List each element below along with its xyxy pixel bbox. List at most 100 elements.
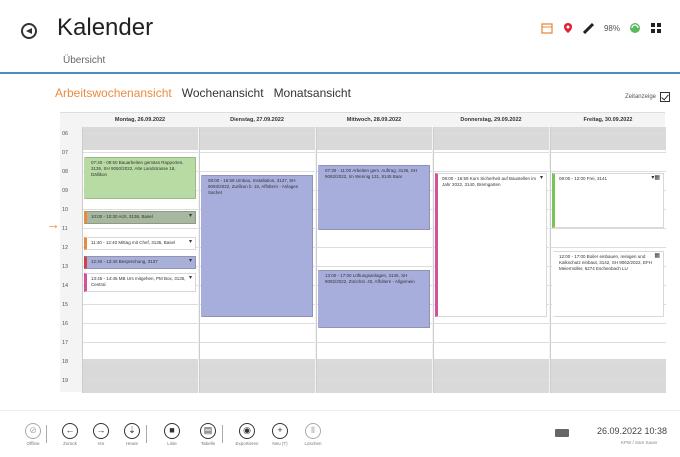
event-text: 11:40 - 12:40 Mittag mit Chef, 3136, Bas… xyxy=(91,240,175,246)
grid-line xyxy=(200,132,315,134)
day-header[interactable]: Montag, 26.09.2022 xyxy=(82,113,198,127)
grid-line xyxy=(551,360,666,362)
toolbar-separator xyxy=(222,425,223,443)
off-hours-shade xyxy=(551,127,666,150)
battery-percent: 98% xyxy=(603,23,620,33)
event-text: 07:30 - 11:00 Arbeiten gem. Auftrag, 313… xyxy=(325,168,417,179)
calendar-event[interactable]: 07:40 - 09:50 Bauarbeiten gemäss Rapport… xyxy=(84,157,196,200)
today-button[interactable]: ⇣ Heute xyxy=(117,423,147,446)
event-menu-icon[interactable]: ▾ xyxy=(189,213,192,219)
event-menu-icon[interactable]: ▾ xyxy=(189,275,192,281)
calendar-event[interactable]: 08:00 - 16:59 Umbau, Installation, 3137,… xyxy=(201,174,313,317)
toolbar-label: Heute xyxy=(125,441,138,446)
grid-menu-icon[interactable] xyxy=(650,22,662,34)
grid-line xyxy=(434,341,549,343)
event-menu-icon[interactable]: ▦ xyxy=(654,253,660,259)
forward-nav-button[interactable]: → Vor xyxy=(86,423,116,446)
day-header[interactable]: Mittwoch, 28.09.2022 xyxy=(316,113,432,127)
export-button[interactable]: ◉ Exportieren xyxy=(232,423,262,446)
tab-monatsansicht[interactable]: Monatsansicht xyxy=(274,86,351,100)
grid-line xyxy=(83,322,198,324)
zeitanzeige-toggle[interactable]: Zeitanzeige xyxy=(625,92,670,102)
zeitanzeige-checkbox[interactable] xyxy=(660,92,670,102)
event-text: 08:00 - 16:59 Umbau, Installation, 3137,… xyxy=(208,177,299,195)
grid-line xyxy=(83,341,198,343)
hour-label: 13 xyxy=(62,263,69,270)
toolbar-separator xyxy=(146,425,147,443)
toolbar-label: Neu (T) xyxy=(272,441,288,446)
hour-label: 19 xyxy=(62,377,69,384)
calendar-event[interactable]: 13:00 - 17:00 Lüftungsanlagen, 3136, SH … xyxy=(318,269,430,329)
tab-wochenansicht[interactable]: Wochenansicht xyxy=(182,86,264,100)
calendar-event[interactable]: 12:00 - 17:00 Boiler einbauen, reinigen … xyxy=(552,250,664,317)
grid-line xyxy=(83,227,198,229)
grid-line xyxy=(551,341,666,343)
grid-line xyxy=(83,151,198,153)
back-button[interactable] xyxy=(21,23,37,39)
hour-label: 09 xyxy=(62,187,69,194)
day-header[interactable]: Donnerstag, 29.09.2022 xyxy=(433,113,549,127)
off-hours-shade xyxy=(83,358,198,393)
event-text: 12:00 - 17:00 Boiler einbauen, reinigen … xyxy=(559,253,653,271)
event-menu-icon[interactable]: ▾ xyxy=(540,175,543,181)
grid-line xyxy=(83,132,198,134)
status-bar: 98% xyxy=(541,22,662,34)
grid-line xyxy=(317,265,432,267)
tab-arbeitswochenansicht[interactable]: Arbeitswochenansicht xyxy=(55,86,172,100)
hour-label: 10 xyxy=(62,206,69,213)
calendar-event[interactable]: 10:00 - 10:30 Arzt, 3136, Basel ▾ xyxy=(84,210,196,224)
back-nav-icon: ← xyxy=(62,423,78,439)
hour-label: 18 xyxy=(62,358,69,365)
toolbar-label: Exportieren xyxy=(235,441,259,446)
new-entry-button[interactable]: + Neu (T) xyxy=(265,423,295,446)
hour-label: 15 xyxy=(62,301,69,308)
today-icon: ⇣ xyxy=(124,423,140,439)
page-title: Kalender xyxy=(57,14,154,41)
off-hours-shade xyxy=(317,358,432,393)
grid-line xyxy=(317,360,432,362)
calendar-event[interactable]: 11:40 - 12:40 Mittag mit Chef, 3136, Bas… xyxy=(84,237,196,251)
grid-line xyxy=(551,170,666,172)
calendar-event[interactable]: 08:00 - 12:00 Frei, 3141 ▾▦ xyxy=(552,172,664,228)
new-entry-icon: + xyxy=(272,423,288,439)
grid-line xyxy=(317,379,432,381)
hour-column: 06 07 08 09 10 11 12 13 14 15 16 17 18 19 xyxy=(60,127,82,393)
toolbar-label: Liste xyxy=(167,441,177,446)
current-time-arrow-icon: → xyxy=(46,216,60,232)
calendar-event[interactable]: 12:40 - 13:40 Besprechung, 3137 ▾ xyxy=(84,256,196,270)
calendar-event[interactable]: 08:00 - 16:59 Kurs Sicherheit auf Bauste… xyxy=(435,172,547,317)
keyboard-icon[interactable] xyxy=(555,429,569,437)
grid-line xyxy=(551,151,666,153)
calendar-event[interactable]: 07:30 - 11:00 Arbeiten gem. Auftrag, 313… xyxy=(318,165,430,230)
grid-line xyxy=(200,379,315,381)
event-menu-icon[interactable]: ▾ xyxy=(189,239,192,245)
toolbar-separator xyxy=(46,425,47,443)
bottom-toolbar: ⊘ Offline ← Zurück → Vor ⇣ Heute ■ Liste ▤ Tabelle ◉… xyxy=(0,410,680,457)
current-datetime: 26.09.2022 10:38 xyxy=(597,426,668,436)
event-menu-icon[interactable]: ▾ xyxy=(189,258,192,264)
day-header[interactable]: Freitag, 30.09.2022 xyxy=(550,113,666,127)
offline-button[interactable]: ⊘ Offline xyxy=(18,423,48,446)
hour-label: 11 xyxy=(62,225,68,232)
toolbar-label: Tabelle xyxy=(200,441,216,446)
back-nav-button[interactable]: ← Zurück xyxy=(55,423,85,446)
grid-line xyxy=(434,151,549,153)
off-hours-shade xyxy=(434,127,549,150)
event-text: 07:40 - 09:50 Bauarbeiten gemäss Rapport… xyxy=(91,160,184,178)
grid-line xyxy=(551,322,666,324)
hour-label: 14 xyxy=(62,282,69,289)
grid-line xyxy=(551,379,666,381)
list-view-button[interactable]: ■ Liste xyxy=(157,423,187,446)
hour-label: 08 xyxy=(62,168,69,175)
grid-line xyxy=(200,322,315,324)
delete-button[interactable]: Ⅱ Löschen xyxy=(298,423,328,446)
table-view-button[interactable]: ▤ Tabelle xyxy=(193,423,223,446)
grid-line xyxy=(200,151,315,153)
grid-line xyxy=(434,379,549,381)
day-header[interactable]: Dienstag, 27.09.2022 xyxy=(199,113,315,127)
sync-icon[interactable] xyxy=(629,22,641,34)
off-hours-shade xyxy=(83,127,198,150)
calendar-event[interactable]: 13:45 - 14:45 MB Urs mitgehen, PM Box, 3… xyxy=(84,273,196,293)
battery-icon xyxy=(582,22,595,34)
event-menu-icon[interactable]: ▾▦ xyxy=(651,175,660,181)
